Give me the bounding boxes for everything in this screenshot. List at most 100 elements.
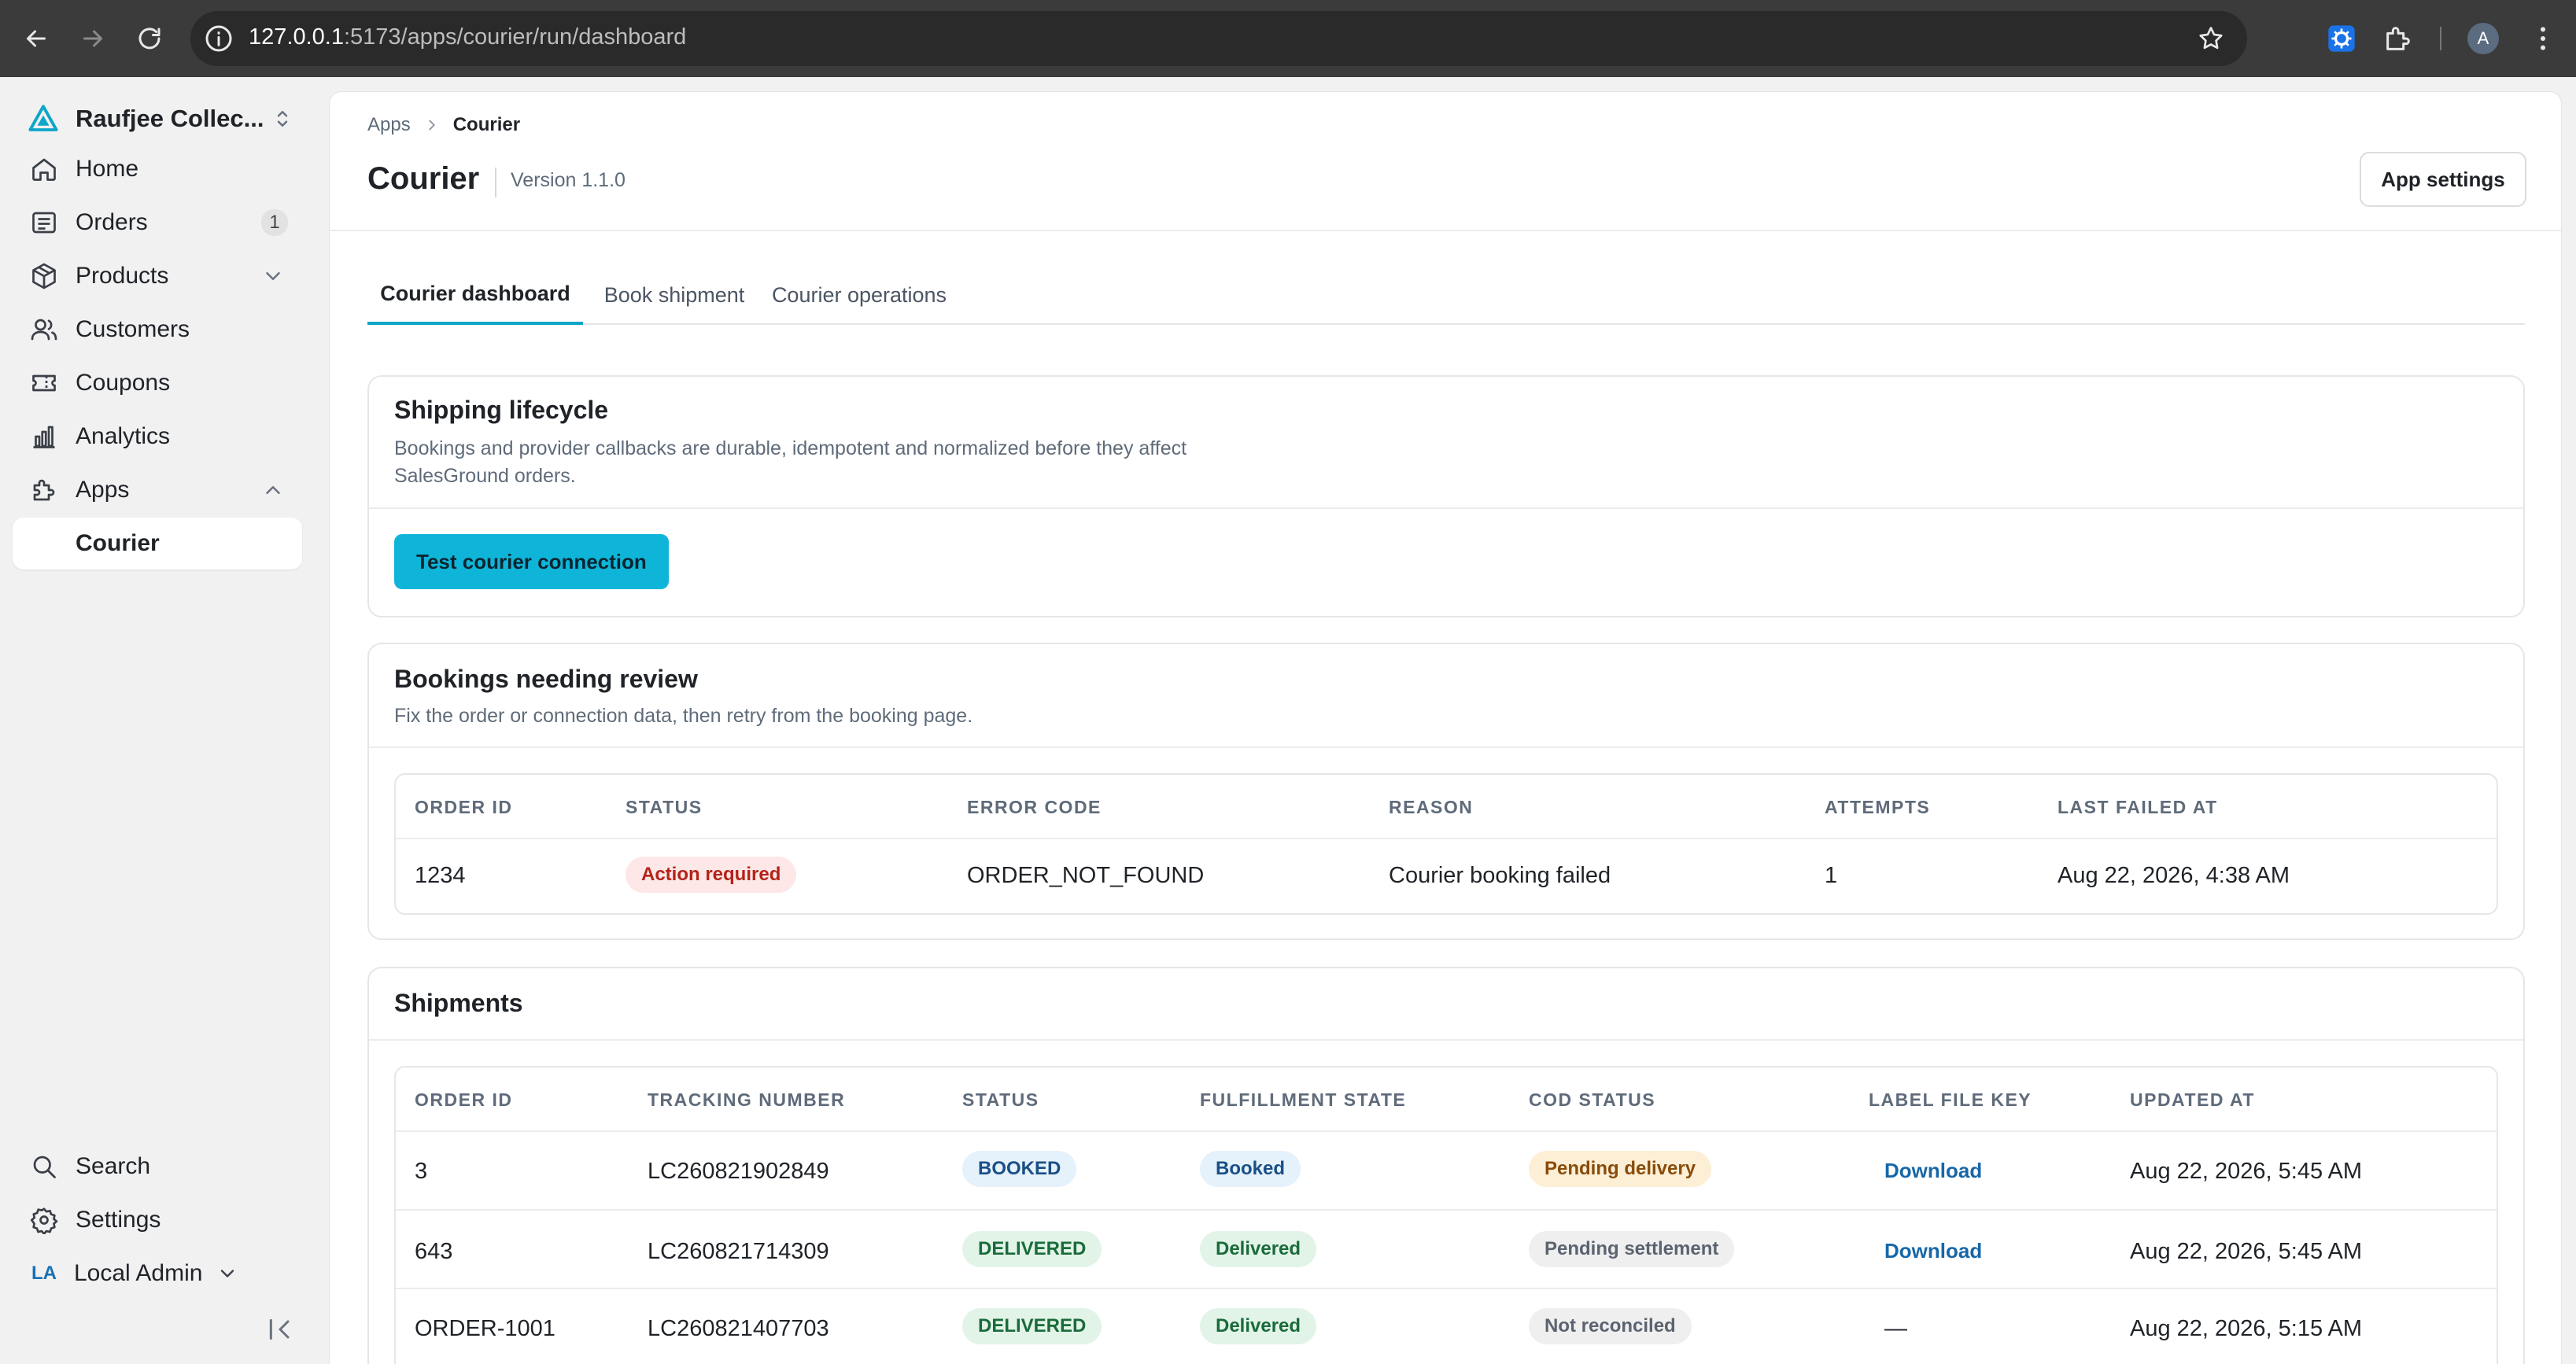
collapse-sidebar-icon[interactable] <box>264 1314 296 1345</box>
cell-attempts: 1 <box>1825 863 1838 888</box>
shipping-lifecycle-card: Shipping lifecycle Bookings and provider… <box>367 375 2525 617</box>
cell-tracking: LC260821407703 <box>648 1316 829 1341</box>
profile-avatar[interactable]: A <box>2467 23 2499 54</box>
header-divider <box>396 1130 2497 1132</box>
url-text[interactable]: 127.0.0.1:5173/apps/courier/run/dashboar… <box>249 24 686 50</box>
card-description: Bookings and provider callbacks are dura… <box>394 437 1187 487</box>
tab-bar: Courier dashboard Book shipment Courier … <box>367 265 2525 325</box>
breadcrumb-apps[interactable]: Apps <box>367 114 411 136</box>
download-label-link[interactable]: Download <box>1884 1239 1982 1263</box>
puzzle-icon <box>28 474 60 506</box>
download-label-link[interactable]: Download <box>1884 1159 1982 1183</box>
chevron-updown-icon <box>277 111 288 127</box>
sidebar-item-apps[interactable]: Apps <box>13 467 302 513</box>
chart-icon <box>28 421 60 452</box>
cell-order-id: 1234 <box>415 863 466 888</box>
page-title: Courier <box>367 161 480 196</box>
header-divider <box>396 838 2497 839</box>
shipments-card: Shipments ORDER ID TRACKING NUMBER STATU… <box>367 967 2525 1364</box>
sidebar-item-label: Products <box>76 263 169 289</box>
row-divider <box>396 1288 2497 1289</box>
column-header: LABEL FILE KEY <box>1869 1089 2032 1110</box>
cell-order-id: 3 <box>415 1159 428 1184</box>
tab-courier-dashboard[interactable]: Courier dashboard <box>367 265 583 325</box>
breadcrumb-current: Courier <box>452 114 521 135</box>
column-header: COD STATUS <box>1529 1089 1656 1110</box>
org-switcher[interactable]: Raufjee Collec... <box>27 99 294 138</box>
tab-courier-operations[interactable]: Courier operations <box>761 265 958 325</box>
cell-reason: Courier booking failed <box>1389 863 1611 888</box>
status-badge: BOOKED <box>962 1151 1077 1187</box>
header-divider <box>330 230 2561 231</box>
orders-icon <box>28 207 60 238</box>
sidebar-item-label: Home <box>76 156 139 182</box>
fulfillment-badge: Delivered <box>1200 1308 1317 1344</box>
cell-last-failed: Aug 22, 2026, 4:38 AM <box>2057 863 2290 888</box>
sidebar-item-analytics[interactable]: Analytics <box>13 414 302 459</box>
column-header: FULFILLMENT STATE <box>1200 1089 1407 1110</box>
browser-toolbar: 127.0.0.1:5173/apps/courier/run/dashboar… <box>0 0 2576 77</box>
app-settings-button[interactable]: App settings <box>2360 152 2526 207</box>
status-badge: DELIVERED <box>962 1308 1102 1344</box>
back-icon[interactable] <box>19 21 54 56</box>
column-header: UPDATED AT <box>2130 1089 2255 1110</box>
main-panel: Apps Courier Courier Version 1.1.0 App s… <box>329 91 2562 1364</box>
bookings-review-card: Bookings needing review Fix the order or… <box>367 643 2525 940</box>
chevron-down-icon <box>221 1270 234 1277</box>
sidebar-item-label: Analytics <box>76 423 171 449</box>
search-icon <box>28 1151 60 1182</box>
card-title: Shipments <box>394 989 523 1017</box>
row-divider <box>396 1209 2497 1211</box>
column-header: LAST FAILED AT <box>2057 797 2218 817</box>
extensions-puzzle-icon[interactable] <box>2382 23 2414 54</box>
column-header: REASON <box>1389 797 1474 817</box>
column-header: STATUS <box>962 1089 1039 1110</box>
chevron-up-icon[interactable] <box>261 478 285 502</box>
sidebar-item-home[interactable]: Home <box>13 146 302 192</box>
browser-menu-icon[interactable] <box>2527 21 2559 56</box>
card-divider <box>369 1039 2523 1041</box>
sidebar-item-coupons[interactable]: Coupons <box>13 360 302 406</box>
tab-book-shipment[interactable]: Book shipment <box>596 265 753 325</box>
address-bar[interactable]: 127.0.0.1:5173/apps/courier/run/dashboar… <box>190 11 2247 66</box>
sidebar-item-label: Courier <box>76 530 160 556</box>
chevron-down-icon[interactable] <box>261 264 285 288</box>
sidebar-item-label: Orders <box>76 209 148 235</box>
sidebar-item-courier[interactable]: Courier <box>13 518 302 570</box>
sidebar-settings[interactable]: Settings <box>13 1197 302 1243</box>
cod-status-badge: Pending delivery <box>1529 1151 1712 1187</box>
breadcrumb: Apps Courier <box>367 114 520 136</box>
column-header: STATUS <box>626 797 703 817</box>
site-info-icon[interactable] <box>203 23 234 54</box>
reload-icon[interactable] <box>132 21 167 56</box>
status-badge: DELIVERED <box>962 1231 1102 1267</box>
cell-order-id: 643 <box>415 1239 453 1264</box>
users-icon <box>28 314 60 345</box>
sidebar-item-label: Settings <box>76 1207 161 1233</box>
column-header: ERROR CODE <box>967 797 1102 817</box>
sidebar-search[interactable]: Search <box>13 1144 302 1189</box>
column-header: ORDER ID <box>415 1089 513 1110</box>
title-divider <box>495 168 496 197</box>
cell-updated-at: Aug 22, 2026, 5:45 AM <box>2130 1159 2363 1184</box>
cell-tracking: LC260821902849 <box>648 1159 829 1184</box>
cell-updated-at: Aug 22, 2026, 5:45 AM <box>2130 1239 2363 1264</box>
extension-gear-icon[interactable] <box>2326 23 2357 54</box>
card-title: Bookings needing review <box>394 665 698 693</box>
sidebar-item-label: Customers <box>76 316 190 342</box>
forward-icon[interactable] <box>76 21 110 56</box>
cod-status-badge: Pending settlement <box>1529 1231 1735 1267</box>
user-menu[interactable]: LA Local Admin <box>13 1251 302 1296</box>
bookmark-star-icon[interactable] <box>2197 24 2225 53</box>
sidebar-item-products[interactable]: Products <box>13 253 302 299</box>
test-connection-button[interactable]: Test courier connection <box>394 534 669 589</box>
ticket-icon <box>28 367 60 399</box>
cod-status-badge: Not reconciled <box>1529 1308 1692 1344</box>
user-name: Local Admin <box>74 1260 203 1286</box>
sidebar-item-orders[interactable]: Orders 1 <box>13 200 302 245</box>
home-icon <box>28 153 60 185</box>
org-logo-icon <box>28 105 58 131</box>
sidebar-item-customers[interactable]: Customers <box>13 307 302 352</box>
sidebar-item-label: Coupons <box>76 370 171 396</box>
sidebar-item-label: Apps <box>76 477 130 503</box>
